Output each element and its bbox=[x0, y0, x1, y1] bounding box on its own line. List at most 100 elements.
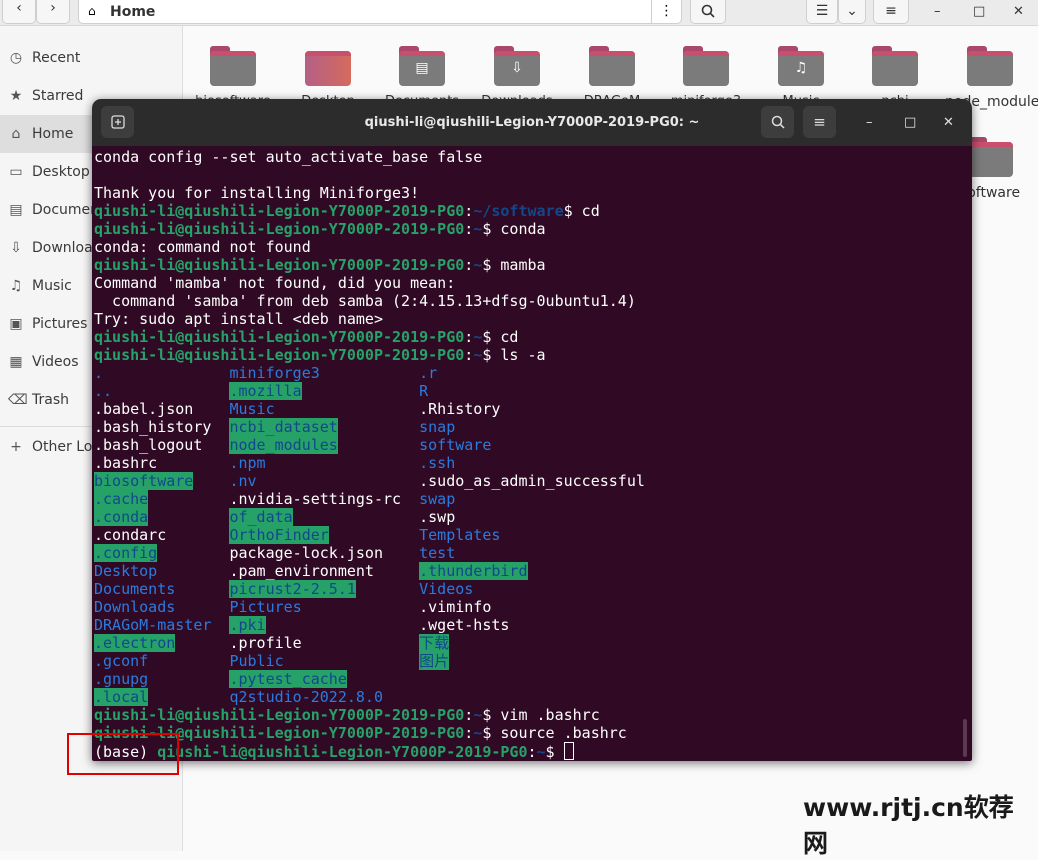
ls-entry: q2studio-2022.8.0 bbox=[229, 688, 383, 706]
text-cursor bbox=[563, 742, 574, 760]
ls-entry: OrthoFinder bbox=[229, 526, 329, 544]
path-bar[interactable]: ⌂ Home ⋮ bbox=[78, 0, 682, 24]
ls-entry: .babel.json bbox=[94, 400, 194, 418]
minimize-button[interactable]: – bbox=[934, 4, 941, 19]
search-button[interactable] bbox=[690, 0, 726, 24]
ls-entry: .bash_history bbox=[94, 418, 212, 436]
close-button[interactable]: ✕ bbox=[1013, 4, 1024, 19]
music-folder-icon: ♫ bbox=[778, 46, 824, 86]
terminal-search-button[interactable] bbox=[761, 106, 794, 138]
back-button[interactable]: ‹ bbox=[2, 0, 36, 24]
main-menu-button[interactable]: ≡ bbox=[873, 0, 909, 24]
ls-entry: .nv bbox=[229, 472, 257, 490]
ls-entry: DRAGoM-master bbox=[94, 616, 212, 634]
terminal-output: conda config --set auto_activate_base fa… bbox=[94, 148, 645, 761]
sidebar-item-label: Pictures bbox=[32, 316, 88, 332]
terminal-minimize-button[interactable]: – bbox=[866, 115, 873, 130]
folder-icon bbox=[967, 46, 1013, 86]
sidebar-item-label: Music bbox=[32, 278, 72, 294]
ls-entry: miniforge3 bbox=[229, 364, 320, 382]
home-icon: ⌂ bbox=[11, 126, 21, 142]
terminal-titlebar[interactable]: qiushi-li@qiushili-Legion-Y7000P-2019-PG… bbox=[92, 99, 972, 146]
folder-icon bbox=[967, 137, 1013, 177]
ls-entry: Documents bbox=[94, 580, 176, 598]
ls-entry: .wget-hsts bbox=[419, 616, 510, 634]
sidebar-item-label: Starred bbox=[32, 88, 84, 104]
ls-entry: biosoftware bbox=[94, 472, 194, 490]
trash-icon: ⌫ bbox=[8, 392, 28, 408]
search-icon bbox=[701, 4, 715, 18]
forward-button[interactable]: › bbox=[36, 0, 70, 24]
annotation-box bbox=[67, 733, 179, 775]
view-list-button[interactable]: ☰ bbox=[806, 0, 838, 24]
music-icon: ♫ bbox=[9, 278, 23, 294]
ls-entry: .viminfo bbox=[419, 598, 492, 616]
ls-entry: .thunderbird bbox=[419, 562, 528, 580]
ls-entry: software bbox=[419, 436, 492, 454]
ls-entry: 图片 bbox=[419, 652, 450, 670]
ls-entry: .electron bbox=[94, 634, 176, 652]
ls-entry: .npm bbox=[229, 454, 266, 472]
sidebar-item-label: Recent bbox=[32, 50, 81, 66]
ls-entry: node_modules bbox=[229, 436, 338, 454]
folder-icon bbox=[589, 46, 635, 86]
downloads-folder-icon: ⇩ bbox=[494, 46, 540, 86]
ls-entry: .swp bbox=[419, 508, 456, 526]
ls-entry: .ssh bbox=[419, 454, 456, 472]
terminal-close-button[interactable]: ✕ bbox=[943, 115, 954, 130]
sidebar-item-label: Home bbox=[32, 126, 74, 142]
ls-entry: Videos bbox=[419, 580, 474, 598]
ls-entry: picrust2-2.5.1 bbox=[229, 580, 356, 598]
ls-entry: .config bbox=[94, 544, 158, 562]
folder-icon bbox=[210, 46, 256, 86]
ls-entry: .gconf bbox=[94, 652, 149, 670]
documents-folder-icon: ▤ bbox=[399, 46, 445, 86]
ls-entry: Public bbox=[229, 652, 284, 670]
ls-entry: .conda bbox=[94, 508, 149, 526]
ls-entry: .gnupg bbox=[94, 670, 149, 688]
ls-entry: .pytest_cache bbox=[229, 670, 347, 688]
ls-entry: Templates bbox=[419, 526, 501, 544]
ls-entry: .local bbox=[94, 688, 149, 706]
sidebar-item-recent[interactable]: ◷ Recent bbox=[0, 39, 182, 77]
ls-listing: . miniforge3 .r .. .mozilla R .babel.jso… bbox=[94, 364, 645, 706]
maximize-button[interactable]: □ bbox=[973, 4, 985, 19]
document-icon: ▤ bbox=[9, 202, 23, 218]
ls-entry: .nvidia-settings-rc bbox=[229, 490, 402, 508]
list-icon: ☰ bbox=[815, 3, 829, 19]
ls-entry: of_data bbox=[229, 508, 293, 526]
clock-icon: ◷ bbox=[9, 50, 23, 66]
desktop-folder-icon bbox=[305, 46, 351, 86]
sidebar-item-label: Videos bbox=[32, 354, 79, 370]
terminal-scrollbar[interactable] bbox=[963, 719, 967, 757]
hamburger-icon: ≡ bbox=[813, 113, 826, 131]
ls-entry: .bash_logout bbox=[94, 436, 203, 454]
ls-entry: .r bbox=[419, 364, 438, 382]
ls-entry: .mozilla bbox=[229, 382, 302, 400]
ls-entry: test bbox=[419, 544, 456, 562]
ls-entry: . bbox=[94, 364, 104, 382]
folder-icon bbox=[683, 46, 729, 86]
ls-entry: .. bbox=[94, 382, 113, 400]
ls-entry: R bbox=[419, 382, 429, 400]
terminal-menu-button[interactable]: ≡ bbox=[803, 106, 836, 138]
path-menu-button[interactable]: ⋮ bbox=[651, 0, 681, 23]
ls-entry: Music bbox=[229, 400, 275, 418]
download-icon: ⇩ bbox=[10, 240, 22, 256]
watermark: www.rjtj.cn软荐网 bbox=[803, 793, 1014, 858]
ls-entry: swap bbox=[419, 490, 456, 508]
chevron-down-icon: ⌄ bbox=[846, 3, 858, 19]
terminal-title: qiushi-li@qiushili-Legion-Y7000P-2019-PG… bbox=[364, 115, 700, 130]
ls-entry: Desktop bbox=[94, 562, 158, 580]
terminal-window[interactable]: qiushi-li@qiushili-Legion-Y7000P-2019-PG… bbox=[92, 99, 972, 761]
video-icon: ▦ bbox=[9, 354, 23, 370]
view-options-button[interactable]: ⌄ bbox=[838, 0, 866, 24]
plus-icon: + bbox=[10, 439, 22, 455]
hamburger-icon: ≡ bbox=[885, 3, 897, 19]
ls-entry: Pictures bbox=[229, 598, 302, 616]
sidebar-item-label: Desktop bbox=[32, 164, 90, 180]
ls-entry: .sudo_as_admin_successful bbox=[419, 472, 645, 490]
terminal-maximize-button[interactable]: □ bbox=[904, 115, 916, 130]
ls-entry: .cache bbox=[94, 490, 149, 508]
terminal-body[interactable]: conda config --set auto_activate_base fa… bbox=[92, 146, 972, 761]
